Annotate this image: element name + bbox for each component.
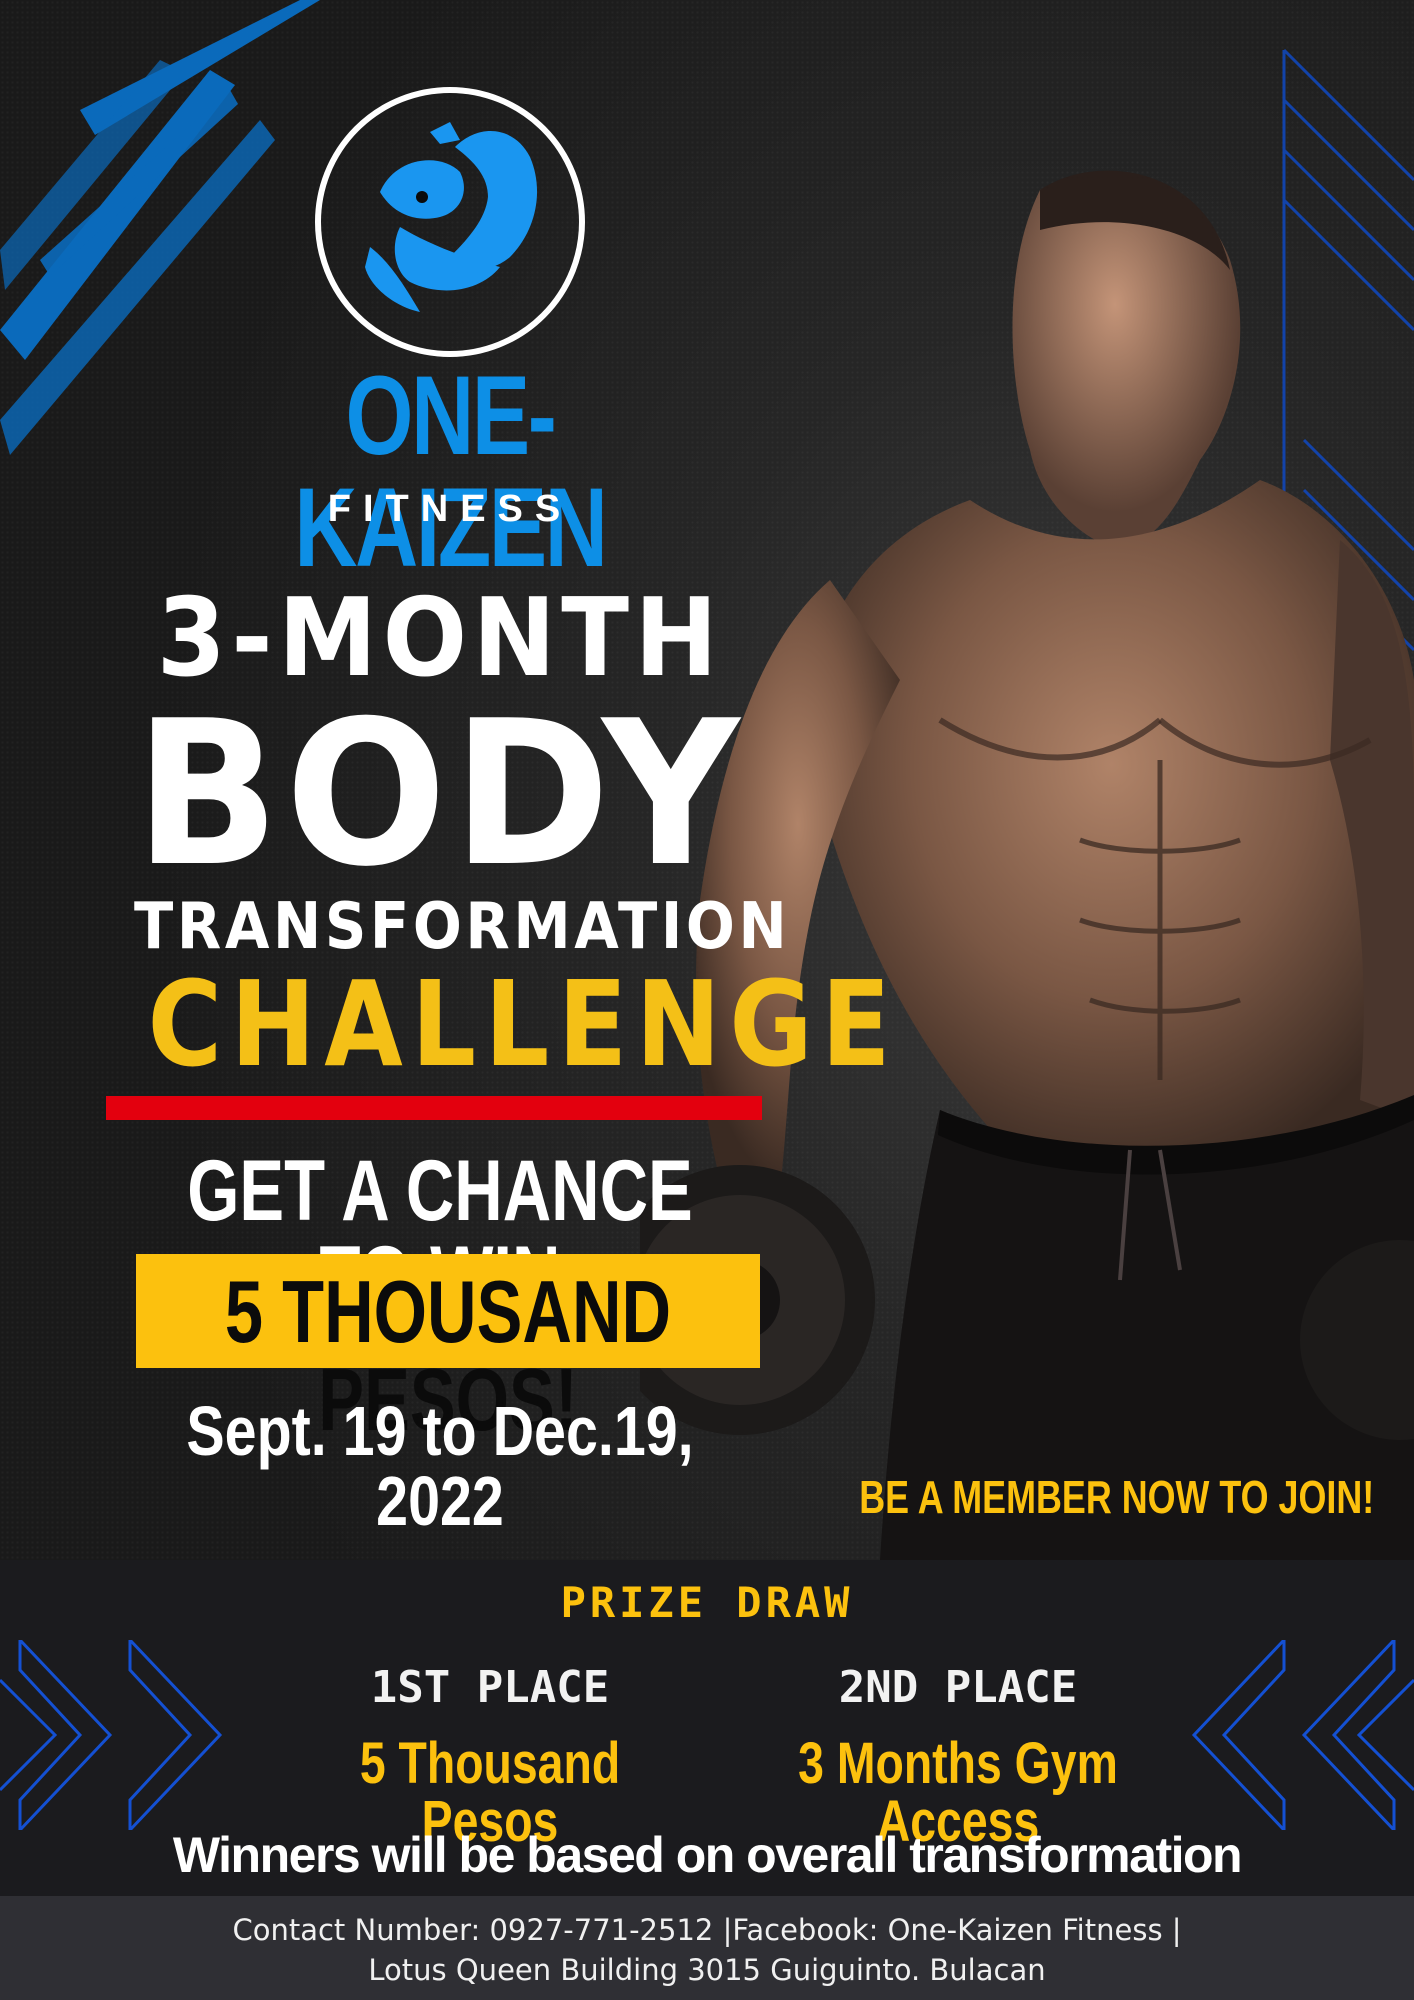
- prize-draw-title: PRIZE DRAW: [560, 1578, 854, 1627]
- join-call-to-action: BE A MEMBER NOW TO JOIN!: [859, 1471, 1374, 1523]
- chevron-left-icon: [1191, 1640, 1414, 1830]
- contact-footer: Contact Number: 0927-771-2512 |Facebook:…: [0, 1896, 1414, 2000]
- winners-note: Winners will be based on overall transfo…: [172, 1827, 1243, 1883]
- headline-body: BODY: [134, 678, 746, 911]
- red-divider: [106, 1096, 762, 1120]
- poster: ONE-KAIZEN FITNESS 3-MONTH BODY TRANSFOR…: [0, 0, 1414, 2000]
- flexing-arm-emblem-icon: [315, 87, 585, 357]
- headline-duration: 3-MONTH: [156, 576, 724, 701]
- address: Lotus Queen Building 3015 Guiguinto. Bul…: [368, 1953, 1046, 1987]
- prize-highlight: 5 THOUSAND PESOS!: [136, 1254, 760, 1444]
- headline-transformation: TRANSFORMATION: [134, 890, 791, 964]
- brand-name: ONE-KAIZEN: [294, 353, 607, 590]
- second-place-label: 2ND PLACE: [838, 1662, 1078, 1713]
- headline-challenge: CHALLENGE: [147, 955, 900, 1093]
- chevron-right-icon: [0, 1640, 223, 1830]
- contact-info: Contact Number: 0927-771-2512 |Facebook:…: [232, 1913, 1182, 1947]
- prize-draw-section: PRIZE DRAW 1ST PLACE 5 Thousand Pesos 2N…: [0, 1560, 1414, 1896]
- hero-section: ONE-KAIZEN FITNESS 3-MONTH BODY TRANSFOR…: [0, 0, 1414, 1560]
- first-place-label: 1ST PLACE: [370, 1662, 610, 1713]
- challenge-dates: Sept. 19 to Dec.19, 2022: [186, 1392, 694, 1540]
- brand-subtitle: FITNESS: [327, 488, 573, 530]
